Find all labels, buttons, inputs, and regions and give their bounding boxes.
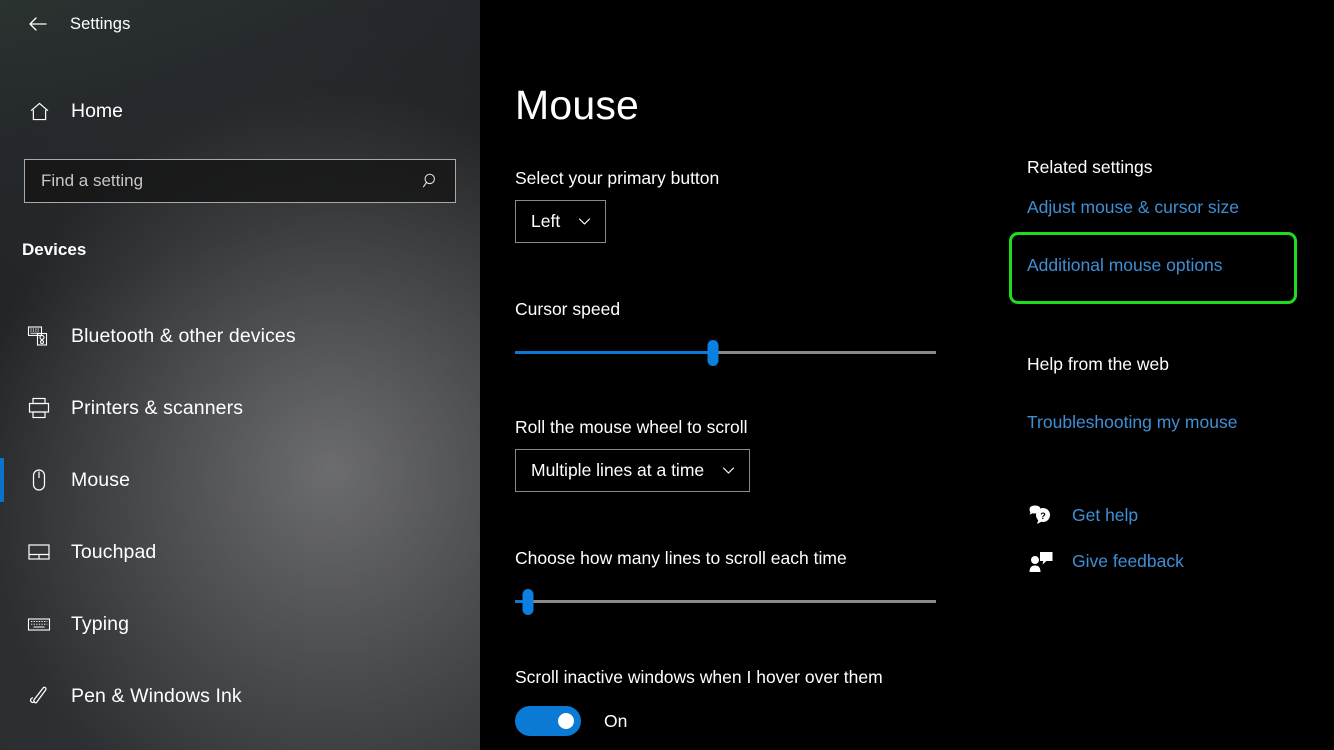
- sidebar-item-label: Mouse: [71, 469, 130, 492]
- primary-button-dropdown[interactable]: Left: [515, 200, 606, 243]
- window-titlebar-left: Settings: [0, 0, 480, 48]
- related-settings-panel: Related settings Adjust mouse & cursor s…: [1027, 0, 1334, 750]
- mouse-icon: [22, 467, 56, 493]
- scroll-inactive-toggle[interactable]: [515, 706, 581, 736]
- sidebar-item-label: Printers & scanners: [71, 397, 243, 420]
- toggle-state-label: On: [604, 711, 627, 732]
- primary-button-label: Select your primary button: [515, 168, 719, 189]
- printer-icon: [22, 395, 56, 421]
- search-icon[interactable]: [421, 171, 441, 191]
- settings-window: Settings Home Find a setting Devices: [0, 0, 1334, 750]
- search-input[interactable]: Find a setting: [24, 159, 456, 203]
- scroll-inactive-toggle-row: On: [515, 706, 883, 736]
- question-bubble-icon: ?: [1025, 503, 1057, 527]
- lines-to-scroll-setting: Choose how many lines to scroll each tim…: [515, 548, 936, 615]
- sidebar-item-home[interactable]: Home: [0, 91, 480, 131]
- cursor-speed-setting: Cursor speed: [515, 299, 936, 366]
- slider-track: [515, 600, 936, 603]
- sidebar-item-bluetooth[interactable]: Bluetooth & other devices: [0, 300, 480, 372]
- bluetooth-devices-icon: [22, 323, 56, 349]
- sidebar-item-mouse[interactable]: Mouse: [0, 444, 480, 516]
- page-title: Mouse: [515, 82, 639, 129]
- sidebar-home-label: Home: [71, 100, 123, 123]
- chevron-down-icon: [720, 462, 737, 479]
- get-help-row[interactable]: ? Get help: [1025, 503, 1138, 527]
- app-title: Settings: [70, 15, 130, 34]
- sidebar-item-label: Typing: [71, 613, 129, 636]
- wheel-scroll-setting: Roll the mouse wheel to scroll Multiple …: [515, 417, 750, 492]
- related-settings-title: Related settings: [1027, 157, 1153, 178]
- back-arrow-icon[interactable]: [14, 8, 62, 40]
- sidebar-item-printers[interactable]: Printers & scanners: [0, 372, 480, 444]
- get-help-label: Get help: [1072, 505, 1138, 526]
- link-additional-mouse-options[interactable]: Additional mouse options: [1027, 255, 1223, 276]
- link-troubleshooting-my-mouse[interactable]: Troubleshooting my mouse: [1027, 412, 1237, 433]
- give-feedback-row[interactable]: Give feedback: [1025, 549, 1184, 573]
- lines-to-scroll-slider[interactable]: [515, 589, 936, 615]
- sidebar-item-typing[interactable]: Typing: [0, 588, 480, 660]
- selection-accent: [0, 458, 4, 502]
- sidebar-item-pen[interactable]: Pen & Windows Ink: [0, 660, 480, 732]
- help-from-web-title: Help from the web: [1027, 354, 1169, 375]
- cursor-speed-label: Cursor speed: [515, 299, 936, 320]
- give-feedback-label: Give feedback: [1072, 551, 1184, 572]
- chevron-down-icon: [576, 213, 593, 230]
- sidebar-nav: Bluetooth & other devices Printers & sca…: [0, 300, 480, 732]
- toggle-knob: [558, 713, 574, 729]
- sidebar-item-touchpad[interactable]: Touchpad: [0, 516, 480, 588]
- scroll-inactive-label: Scroll inactive windows when I hover ove…: [515, 667, 883, 688]
- primary-button-value: Left: [531, 211, 560, 232]
- search-placeholder: Find a setting: [41, 171, 421, 191]
- slider-fill: [515, 351, 713, 354]
- sidebar-item-label: Touchpad: [71, 541, 156, 564]
- sidebar-item-label: Pen & Windows Ink: [71, 685, 242, 708]
- wheel-scroll-label: Roll the mouse wheel to scroll: [515, 417, 750, 438]
- primary-button-setting: Select your primary button Left: [515, 168, 719, 243]
- touchpad-icon: [22, 539, 56, 565]
- lines-to-scroll-label: Choose how many lines to scroll each tim…: [515, 548, 936, 569]
- sidebar: Settings Home Find a setting Devices: [0, 0, 480, 750]
- feedback-person-icon: [1025, 549, 1057, 573]
- home-icon: [22, 100, 56, 123]
- wheel-scroll-value: Multiple lines at a time: [531, 460, 704, 481]
- link-adjust-mouse-cursor-size[interactable]: Adjust mouse & cursor size: [1027, 197, 1239, 218]
- cursor-speed-slider[interactable]: [515, 340, 936, 366]
- sidebar-item-label: Bluetooth & other devices: [71, 325, 296, 348]
- slider-thumb[interactable]: [707, 340, 718, 366]
- svg-text:?: ?: [1040, 511, 1046, 521]
- keyboard-icon: [22, 611, 56, 637]
- pen-icon: [22, 683, 56, 709]
- sidebar-section-title: Devices: [22, 240, 86, 260]
- slider-thumb[interactable]: [522, 589, 533, 615]
- wheel-scroll-dropdown[interactable]: Multiple lines at a time: [515, 449, 750, 492]
- scroll-inactive-setting: Scroll inactive windows when I hover ove…: [515, 667, 883, 736]
